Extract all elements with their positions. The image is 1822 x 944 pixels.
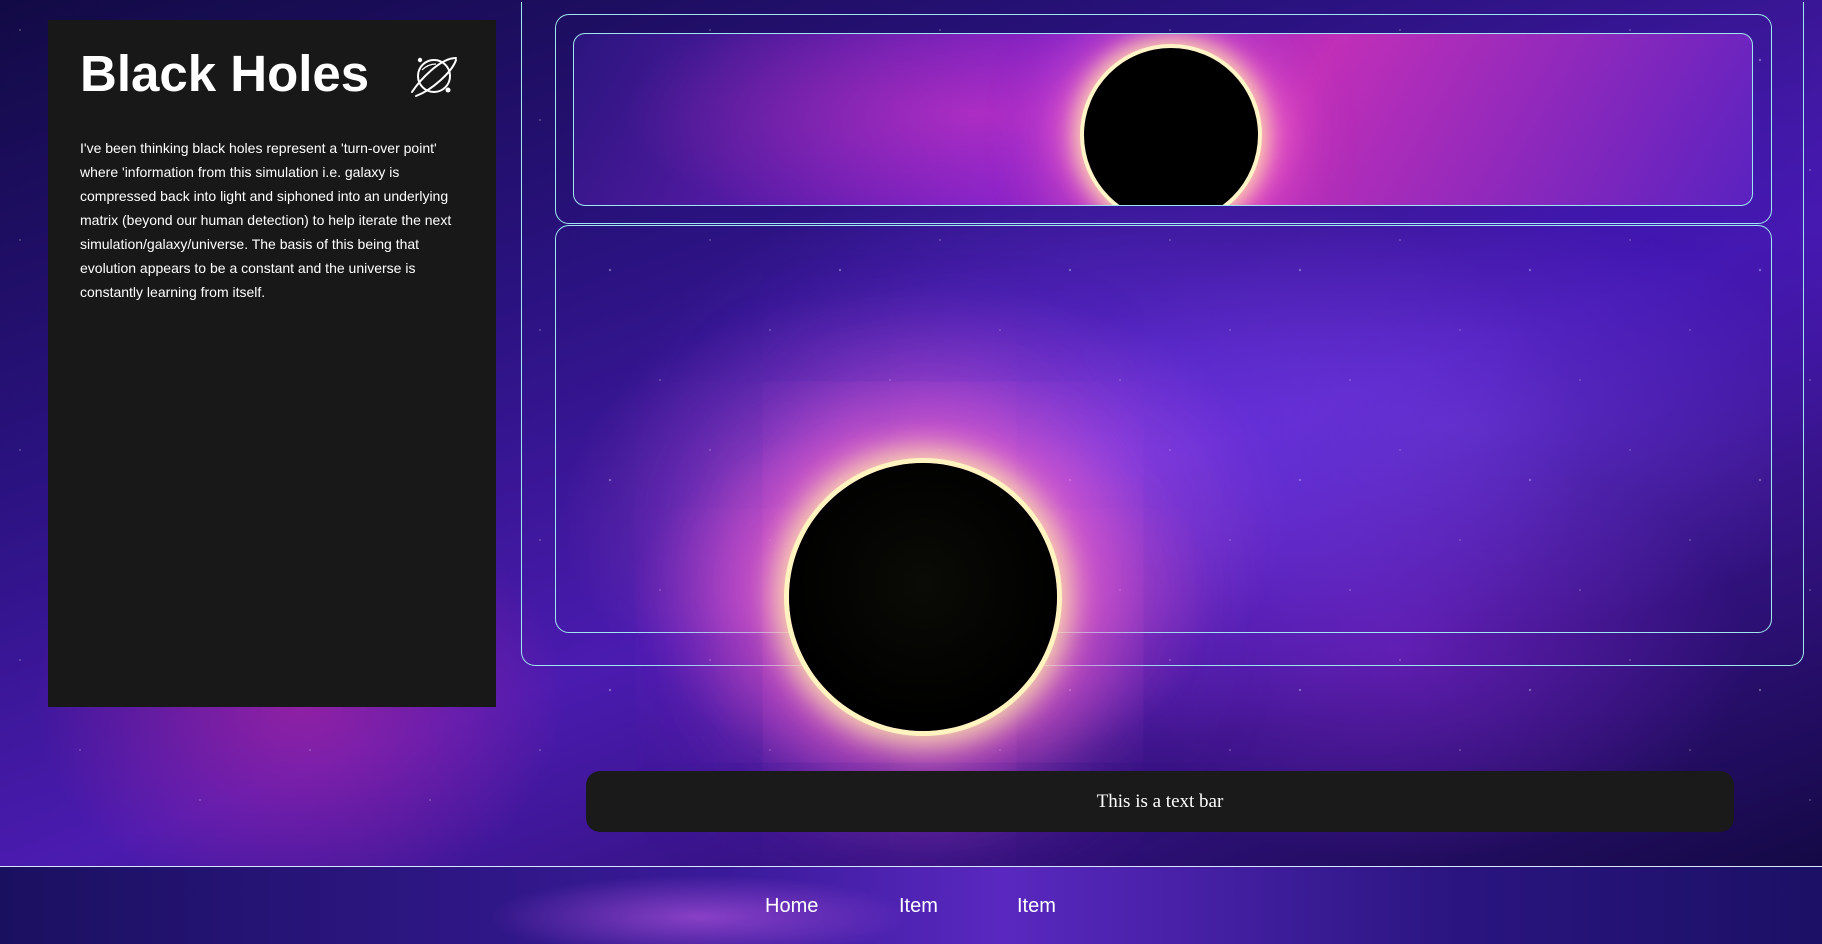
sidebar-description: I've been thinking black holes represent… [80, 140, 452, 301]
black-hole-small [1084, 48, 1258, 205]
top-black-hole-image [573, 33, 1753, 206]
nav-item-home[interactable]: Home [765, 895, 818, 918]
nav-item-1[interactable]: Item [899, 895, 938, 918]
planet-icon [408, 50, 460, 102]
text-bar-input[interactable] [586, 771, 1734, 832]
bottom-image-frame [555, 225, 1772, 633]
black-hole-large [789, 463, 1057, 731]
bottom-nav: Home Item Item [0, 866, 1822, 944]
nav-item-2[interactable]: Item [1017, 895, 1056, 918]
page-title: Black Holes [80, 45, 370, 102]
sidebar-panel: Black Holes I've been thinking black hol… [48, 20, 496, 707]
